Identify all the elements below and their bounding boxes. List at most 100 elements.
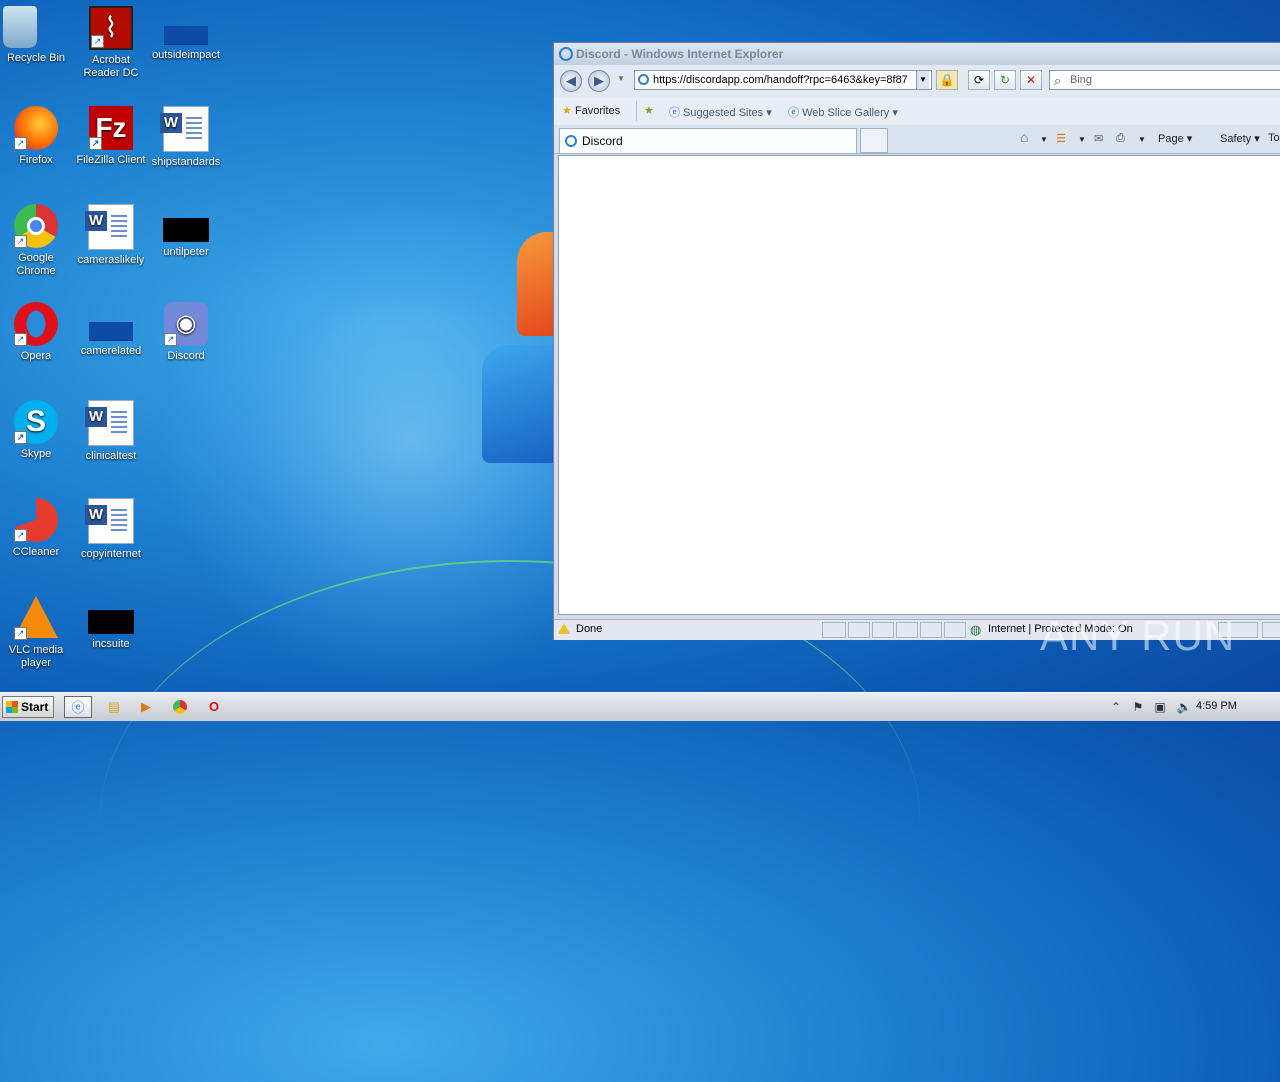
desktop-icon-acrobat[interactable]: ⌇ ↗ Acrobat Reader DC [73, 0, 149, 80]
status-cell [944, 622, 966, 638]
window-title-bar[interactable]: Discord - Windows Internet Explorer [554, 43, 1280, 65]
web-slice-gallery-button[interactable]: ⓔ Web Slice Gallery ▾ [788, 104, 898, 120]
shortcut-arrow-icon: ↗ [14, 529, 27, 542]
shortcut-arrow-icon: ↗ [14, 235, 27, 248]
mail-icon[interactable]: ✉ [1094, 132, 1103, 145]
feeds-dropdown-icon[interactable]: ▼ [1078, 135, 1086, 144]
desktop-icon-camerelated[interactable]: camerelated [73, 296, 149, 358]
volume-icon[interactable]: 🔈 [1176, 699, 1192, 715]
status-text: Done [576, 623, 603, 635]
favorites-bar: ★ Favorites ★ ⓔ Suggested Sites ▾ ⓔ Web … [554, 97, 1280, 125]
home-dropdown-icon[interactable]: ▼ [1040, 135, 1048, 144]
shortcut-arrow-icon: ↗ [14, 137, 27, 150]
add-to-favorites-icon[interactable]: ★ [644, 104, 654, 117]
clock[interactable]: 4:59 PM [1196, 700, 1237, 712]
taskbar-media-player-button[interactable]: ▶ [132, 696, 160, 718]
status-cell [822, 622, 846, 638]
ccleaner-icon: ↗ [14, 498, 58, 542]
stop-icon[interactable]: ✕ [1020, 70, 1042, 90]
forward-button[interactable]: ▶ [588, 70, 610, 92]
desktop-icon-recycle-bin[interactable]: Recycle Bin [0, 0, 74, 65]
desktop-icon-label: Opera [20, 350, 52, 362]
windows-logo-red [517, 232, 557, 336]
address-bar[interactable]: https://discordapp.com/handoff?rpc=6463&… [634, 70, 932, 90]
start-button[interactable]: Start [2, 696, 54, 718]
ie-window[interactable]: Discord - Windows Internet Explorer ◀ ▶ … [553, 42, 1280, 640]
chrome-icon: ↗ [14, 204, 58, 248]
taskbar-explorer-button[interactable]: ▤ [100, 696, 128, 718]
blank-file-icon [89, 322, 133, 341]
warning-icon [558, 623, 570, 634]
window-title: Discord - Windows Internet Explorer [576, 47, 784, 61]
desktop-icon-ccleaner[interactable]: ↗ CCleaner [0, 492, 74, 559]
desktop-icon-vlc[interactable]: ↗ VLC media player [0, 590, 74, 670]
shortcut-arrow-icon: ↗ [164, 333, 177, 346]
action-center-flag-icon[interactable]: ⚑ [1130, 699, 1146, 715]
black-file-icon [88, 610, 134, 634]
safety-menu[interactable]: Safety ▾ [1220, 132, 1260, 145]
page-menu-label: Page [1158, 133, 1184, 145]
desktop-icon-discord[interactable]: ◉ ↗ Discord [148, 296, 224, 363]
desktop-icon-untilpeter[interactable]: untilpeter [148, 198, 224, 259]
show-hidden-icons-icon[interactable]: ⌃ [1108, 699, 1124, 715]
desktop-icon-label: incsuite [92, 638, 130, 650]
desktop-icon-label: outsideimpact [152, 49, 220, 61]
network-icon[interactable]: ▣ [1152, 699, 1168, 715]
print-icon[interactable]: ⎙ [1116, 132, 1125, 145]
status-cell [848, 622, 870, 638]
ie-small-icon: ⓔ [669, 107, 680, 119]
desktop-icon-skype[interactable]: S ↗ Skype [0, 394, 74, 461]
windows-logo-blue [482, 345, 557, 463]
desktop-icon-filezilla[interactable]: Fz ↗ FileZilla Client [73, 100, 149, 167]
desktop-icon-label: untilpeter [163, 246, 209, 258]
black-file-icon [163, 218, 209, 242]
compatibility-view-icon[interactable]: ⟳ [968, 70, 990, 90]
page-content-area[interactable] [558, 155, 1280, 615]
tools-menu[interactable]: Tools [1268, 132, 1280, 144]
desktop-icon-cameraslikely[interactable]: W cameraslikely [73, 198, 149, 267]
taskbar-chrome-button[interactable] [166, 696, 194, 718]
desktop-icon-shipstandards[interactable]: W shipstandards [148, 100, 224, 169]
start-label: Start [21, 700, 49, 714]
desktop-icon-opera[interactable]: ↗ Opera [0, 296, 74, 363]
back-button[interactable]: ◀ [560, 70, 582, 92]
desktop-icon-clinicaltest[interactable]: W clinicaltest [73, 394, 149, 463]
desktop-icon-copyinternet[interactable]: W copyinternet [73, 492, 149, 561]
ie-small-icon: ⓔ [788, 107, 799, 119]
refresh-icon[interactable]: ↻ [994, 70, 1016, 90]
address-dropdown-button[interactable]: ▼ [916, 71, 929, 89]
desktop-icon-firefox[interactable]: ↗ Firefox [0, 100, 74, 167]
address-url: https://discordapp.com/handoff?rpc=6463&… [653, 74, 908, 86]
acrobat-icon: ⌇ ↗ [89, 6, 133, 50]
taskbar-ie-button[interactable]: ⓔ [64, 696, 92, 718]
desktop-icon-label: camerelated [80, 345, 142, 357]
desktop-icon-incsuite[interactable]: incsuite [73, 590, 149, 651]
status-cell [872, 622, 894, 638]
watermark: ANY RUN [1040, 612, 1236, 659]
taskbar-opera-button[interactable]: O [200, 696, 228, 718]
favorites-label: Favorites [574, 105, 621, 117]
search-input[interactable]: ⌕ Bing [1049, 70, 1280, 90]
desktop-icon-outsideimpact[interactable]: outsideimpact [148, 0, 224, 62]
lock-icon[interactable]: 🔒 [936, 70, 958, 90]
word-document-icon: W [85, 204, 134, 250]
firefox-icon: ↗ [14, 106, 58, 150]
opera-icon: ↗ [14, 302, 58, 346]
recent-pages-dropdown-icon[interactable]: ▼ [617, 74, 625, 83]
skype-icon: S ↗ [14, 400, 58, 444]
zoom-control[interactable] [1262, 622, 1280, 638]
status-cell [896, 622, 918, 638]
tab-discord[interactable]: Discord [559, 128, 857, 153]
print-dropdown-icon[interactable]: ▼ [1138, 135, 1146, 144]
desktop-icon-label: shipstandards [151, 156, 221, 168]
feeds-icon[interactable]: ☰ [1056, 132, 1066, 145]
suggested-sites-label: Suggested Sites [683, 107, 764, 119]
new-tab-button[interactable] [860, 128, 888, 153]
page-menu[interactable]: Page ▾ [1158, 132, 1192, 145]
discord-icon: ◉ ↗ [164, 302, 208, 346]
desktop-icon-google-chrome[interactable]: ↗ Google Chrome [0, 198, 74, 278]
suggested-sites-button[interactable]: ⓔ Suggested Sites ▾ [669, 104, 772, 120]
ie-icon [559, 47, 573, 61]
favorites-button[interactable]: ★ Favorites [562, 104, 620, 117]
home-icon[interactable]: ⌂ [1020, 129, 1028, 145]
